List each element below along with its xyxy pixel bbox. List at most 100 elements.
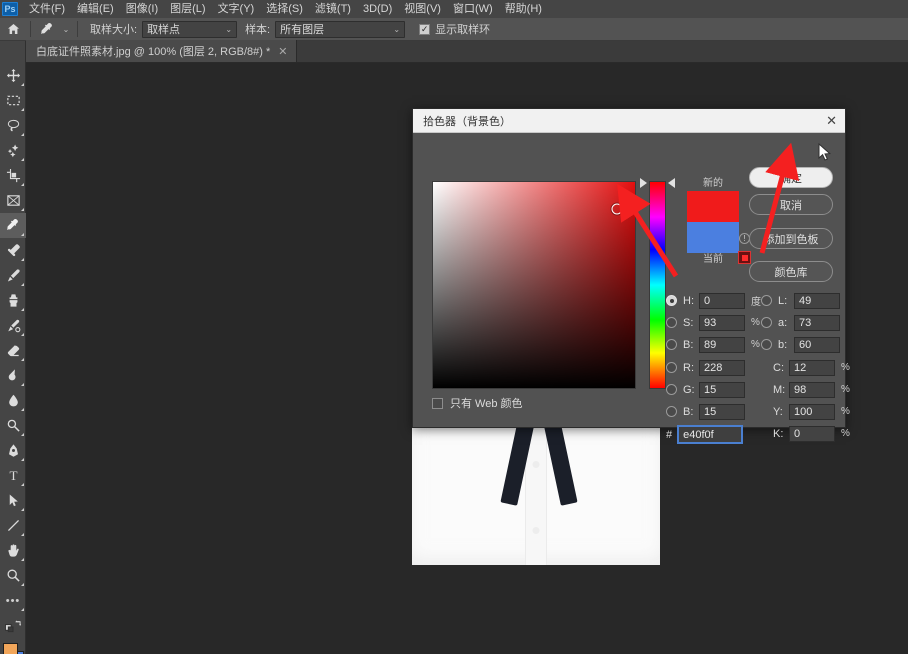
red-radio[interactable] <box>666 362 677 373</box>
color-libraries-button[interactable]: 颜色库 <box>749 261 833 282</box>
close-icon[interactable]: ✕ <box>278 45 287 58</box>
brightness-input[interactable]: 89 <box>699 336 745 353</box>
sample-select[interactable]: 所有图层 ⌄ <box>275 20 406 38</box>
magenta-input[interactable]: 98 <box>789 381 835 398</box>
eyedropper-icon[interactable] <box>35 19 59 39</box>
add-to-swatches-button[interactable]: 添加到色板 <box>749 228 833 249</box>
foreground-color-swatch[interactable] <box>3 643 18 654</box>
line-tool[interactable] <box>0 513 26 538</box>
saturation-radio[interactable] <box>666 317 677 328</box>
document-tab[interactable]: 白底证件照素材.jpg @ 100% (图层 2, RGB/8#) * ✕ <box>26 40 297 62</box>
hue-slider[interactable] <box>649 181 666 389</box>
menu-filter[interactable]: 滤镜(T) <box>309 0 357 18</box>
yellow-field-row: Y: 100 % <box>773 403 850 420</box>
brush-tool[interactable] <box>0 263 26 288</box>
spot-healing-brush-tool[interactable] <box>0 238 26 263</box>
green-field-row: G: 15 <box>666 381 745 398</box>
blue-input[interactable]: 15 <box>699 403 745 420</box>
web-colors-only-checkbox[interactable]: 只有 Web 颜色 <box>432 395 523 411</box>
blur-tool[interactable] <box>0 388 26 413</box>
saturation-value-field[interactable] <box>432 181 636 389</box>
quick-selection-tool[interactable] <box>0 138 26 163</box>
gradient-tool[interactable] <box>0 363 26 388</box>
path-selection-tool[interactable] <box>0 488 26 513</box>
lab-l-field-row: L: 49 <box>761 292 840 309</box>
cancel-button[interactable]: 取消 <box>749 194 833 215</box>
menu-type[interactable]: 文字(Y) <box>212 0 261 18</box>
brightness-unit: % <box>751 339 760 350</box>
non-web-safe-warning-icon[interactable] <box>738 251 751 264</box>
dialog-title-bar[interactable]: 拾色器（背景色） ✕ <box>413 109 845 133</box>
color-preview: 新的 当前 ! <box>681 177 751 267</box>
current-color-swatch[interactable] <box>687 222 739 253</box>
menu-select[interactable]: 选择(S) <box>260 0 309 18</box>
close-icon[interactable]: ✕ <box>826 114 837 127</box>
lab-b-radio[interactable] <box>761 339 772 350</box>
hue-slider-handle-left-icon[interactable] <box>640 178 647 188</box>
color-picker-dialog[interactable]: 拾色器（背景色） ✕ 新的 当前 ! 确定 取消 添加到色板 颜色库 H: 0 … <box>412 108 850 444</box>
divider <box>77 21 78 37</box>
type-tool[interactable]: T <box>0 463 26 488</box>
dialog-title: 拾色器（背景色） <box>423 115 511 128</box>
foreground-background-color-swatches[interactable] <box>0 641 26 654</box>
menu-view[interactable]: 视图(V) <box>398 0 447 18</box>
color-field-marker[interactable] <box>611 203 623 215</box>
green-input[interactable]: 15 <box>699 381 745 398</box>
lab-a-input[interactable]: 73 <box>794 314 840 331</box>
lab-l-input[interactable]: 49 <box>794 292 840 309</box>
divider <box>30 21 31 37</box>
history-brush-tool[interactable] <box>0 313 26 338</box>
sv-black-gradient <box>433 182 635 388</box>
yellow-input[interactable]: 100 <box>789 403 835 420</box>
hue-slider-handle-right-icon[interactable] <box>668 178 675 188</box>
lab-l-radio[interactable] <box>761 295 772 306</box>
default-colors-and-swap-icons[interactable] <box>0 613 26 638</box>
tool-preset-chevron-down-icon[interactable]: ⌄ <box>59 19 73 39</box>
menu-window[interactable]: 窗口(W) <box>447 0 499 18</box>
hue-radio[interactable] <box>666 295 677 306</box>
dodge-tool[interactable] <box>0 413 26 438</box>
hex-field-row: # e40f0f <box>666 425 744 444</box>
blue-field-row: B: 15 <box>666 403 745 420</box>
menu-edit[interactable]: 编辑(E) <box>71 0 120 18</box>
ok-button[interactable]: 确定 <box>749 167 833 188</box>
lab-b-field-row: b: 60 <box>761 336 840 353</box>
zoom-tool[interactable] <box>0 563 26 588</box>
magenta-field-row: M: 98 % <box>773 381 850 398</box>
black-field-row: K: 0 % <box>773 425 850 442</box>
hue-input[interactable]: 0 <box>699 292 745 309</box>
red-input[interactable]: 228 <box>699 359 745 376</box>
eyedropper-tool[interactable] <box>0 213 26 238</box>
tool-expand-corner-icon <box>21 558 24 561</box>
saturation-input[interactable]: 93 <box>699 314 745 331</box>
menu-layer[interactable]: 图层(L) <box>164 0 211 18</box>
move-tool[interactable] <box>0 63 26 88</box>
show-sampling-ring-checkbox[interactable]: ✓ 显示取样环 <box>419 21 490 37</box>
eraser-tool[interactable] <box>0 338 26 363</box>
green-radio[interactable] <box>666 384 677 395</box>
lab-b-input[interactable]: 60 <box>794 336 840 353</box>
tool-expand-corner-icon <box>21 408 24 411</box>
frame-tool[interactable] <box>0 188 26 213</box>
pen-tool[interactable] <box>0 438 26 463</box>
brightness-radio[interactable] <box>666 339 677 350</box>
hand-tool[interactable] <box>0 538 26 563</box>
sample-size-select[interactable]: 取样点 ⌄ <box>142 20 238 38</box>
menu-image[interactable]: 图像(I) <box>120 0 164 18</box>
blue-radio[interactable] <box>666 406 677 417</box>
edit-toolbar-more-button[interactable]: ••• <box>0 588 26 613</box>
menu-3d[interactable]: 3D(D) <box>357 0 398 18</box>
tool-expand-corner-icon <box>21 233 24 236</box>
rectangular-marquee-tool[interactable] <box>0 88 26 113</box>
cyan-input[interactable]: 12 <box>789 359 835 376</box>
lab-a-radio[interactable] <box>761 317 772 328</box>
new-color-label: 新的 <box>703 178 723 189</box>
clone-stamp-tool[interactable] <box>0 288 26 313</box>
lasso-tool[interactable] <box>0 113 26 138</box>
home-icon[interactable] <box>0 18 26 41</box>
hex-input[interactable]: e40f0f <box>677 425 744 444</box>
menu-file[interactable]: 文件(F) <box>23 0 71 18</box>
menu-help[interactable]: 帮助(H) <box>499 0 548 18</box>
crop-tool[interactable] <box>0 163 26 188</box>
black-input[interactable]: 0 <box>789 425 835 442</box>
